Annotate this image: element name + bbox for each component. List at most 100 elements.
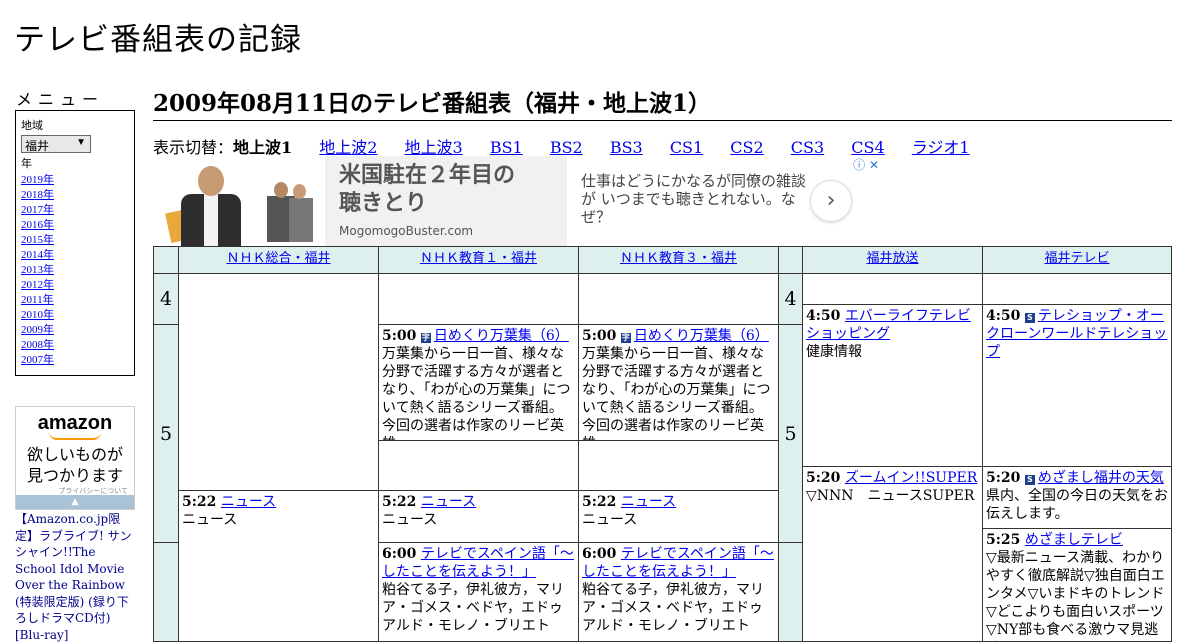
channel-link-nhk-e1[interactable]: ＮＨＫ教育１・福井 [420,251,537,266]
program-cell: 5:22 ニュース ニュース [378,490,579,543]
year-link-2011[interactable]: 2011年 [21,294,54,306]
view-link-radio1[interactable]: ラジオ1 [912,138,970,157]
year-link-2018[interactable]: 2018年 [21,189,54,201]
amazon-product-link[interactable]: 【Amazon.co.jp限定】ラブライブ! サンシャイン!!The Schoo… [15,512,132,642]
ad-photo-person2-head [274,182,288,198]
info-close-icon[interactable]: ⓘ ✕ [853,156,879,173]
program-time: 5:00 [382,328,417,344]
program-title-link[interactable]: めざまし福井の天気 [1038,470,1164,486]
ad-source: MogomogoBuster.com [339,224,474,238]
program-cell: 4:50 エバーライフテレビショッピング 健康情報 [802,304,983,467]
hour-cell [153,542,179,642]
program-time: 6:00 [582,546,617,562]
program-cell: 5:25 めざましテレビ ▽最新ニュース満載、わかりやすく徹底解説▽独自面白エン… [982,528,1172,642]
year-list: 2019年 2018年 2017年 2016年 2015年 2014年 2013… [21,173,129,368]
channel-header-nhk-e1: ＮＨＫ教育１・福井 [378,246,579,274]
channel-link-fbc[interactable]: 福井放送 [866,251,918,266]
dropdown-arrow-icon: ▼ [76,137,86,148]
hour-cell: 5 [778,324,803,543]
year-link-2008[interactable]: 2008年 [21,339,54,351]
s-mark-icon: S [1024,313,1035,323]
year-link-2019[interactable]: 2019年 [21,174,54,186]
channel-link-ftv[interactable]: 福井テレビ [1044,251,1109,266]
view-link-bs3[interactable]: BS3 [610,138,643,157]
ad-headline-line1: 米国駐在２年目の [339,163,516,188]
switch-label: 表示切替： [153,138,234,157]
view-link-bs1[interactable]: BS1 [490,138,523,157]
program-time: 5:25 [986,532,1021,548]
program-desc: 健康情報 [806,344,862,360]
program-empty [378,273,579,325]
channel-link-nhk-e3[interactable]: ＮＨＫ教育３・福井 [620,251,737,266]
view-link-cs3[interactable]: CS3 [791,138,824,157]
header-hour-blank [153,246,179,274]
hour-label: 5 [784,422,797,445]
program-title-link[interactable]: ズームイン!!SUPER [845,470,977,486]
ad-photo-person3-body [289,198,313,242]
view-link-bs2[interactable]: BS2 [550,138,583,157]
year-link-2007[interactable]: 2007年 [21,354,54,366]
program-desc: ニュース [182,512,238,528]
program-desc: ニュース [582,512,638,528]
program-title-link[interactable]: ニュース [221,494,276,510]
program-empty [578,440,779,491]
ad-photo [153,156,325,246]
channel-header-nhk-e3: ＮＨＫ教育３・福井 [578,246,779,274]
year-link-2017[interactable]: 2017年 [21,204,54,216]
region-select[interactable]: 福井 ▼ [21,135,91,153]
hour-label: 4 [784,288,797,310]
program-cell: 4:50 S テレショップ・オークローンワールドテレショップ [982,304,1172,467]
chevron-right-icon[interactable]: › [810,180,852,222]
program-desc: ▽NNN ニュースSUPER [806,488,975,504]
program-cell: 5:20 S めざまし福井の天気 県内、全国の今日の天気をお伝えします。 [982,466,1172,529]
menu-box: 地域 福井 ▼ 年 2019年 2018年 2017年 2016年 2015年 … [15,110,135,376]
channel-header-fbc: 福井放送 [802,246,983,274]
amazon-tagline-1: 欲しいものが [26,445,123,464]
ad-photo-person-head [198,166,224,196]
view-link-cs2[interactable]: CS2 [730,138,763,157]
hour-cell: 4 [778,273,803,325]
program-time: 4:50 [806,308,841,324]
year-link-2010[interactable]: 2010年 [21,309,54,321]
expand-up-icon[interactable]: ▲ [16,495,134,509]
amazon-ad[interactable]: amazon 欲しいものが 見つかります プライバシーについて ▲ [15,406,135,510]
program-empty [802,273,983,305]
caption-mark-icon: 字 [620,333,631,343]
program-title-link[interactable]: 日めくり万葉集（6） [634,328,769,344]
program-title-link[interactable]: ニュース [421,494,476,510]
program-time: 5:00 [582,328,617,344]
program-time: 5:22 [182,494,217,510]
program-empty [178,273,379,491]
year-link-2014[interactable]: 2014年 [21,249,54,261]
ad-photo-person3-head [293,184,306,199]
program-time: 5:20 [806,470,841,486]
page-heading: 2009年08月11日のテレビ番組表（福井・地上波1） [153,84,1172,121]
hour-label: 5 [159,422,173,445]
hour-cell: 5 [153,324,179,543]
view-link-cs4[interactable]: CS4 [851,138,884,157]
year-link-2009[interactable]: 2009年 [21,324,54,336]
year-link-2015[interactable]: 2015年 [21,234,54,246]
display-ad-banner[interactable]: 米国駐在２年目の 聴きとり MogomogoBuster.com 仕事はどうにか… [153,156,881,246]
hour-cell: 4 [153,273,179,325]
program-title-link[interactable]: めざましテレビ [1025,532,1123,548]
view-link-terrestrial2[interactable]: 地上波2 [319,138,377,157]
amazon-product-link-wrap: 【Amazon.co.jp限定】ラブライブ! サンシャイン!!The Schoo… [15,511,135,643]
program-title-link[interactable]: ニュース [621,494,676,510]
ad-headline-line2: 聴きとり [339,191,428,216]
channel-link-nhk-g[interactable]: ＮＨＫ総合・福井 [226,251,330,266]
program-cell: 5:22 ニュース ニュース [178,490,379,642]
program-cell: 5:22 ニュース ニュース [578,490,779,543]
region-label: 地域 [21,120,43,132]
year-link-2016[interactable]: 2016年 [21,219,54,231]
program-cell: 6:00 テレビでスペイン語「～したことを伝えよう！」 粕谷てる子，伊礼彼方，マ… [378,542,579,642]
view-link-cs1[interactable]: CS1 [670,138,703,157]
year-link-2012[interactable]: 2012年 [21,279,54,291]
program-empty [982,273,1172,305]
view-link-terrestrial3[interactable]: 地上波3 [405,138,463,157]
program-title-link[interactable]: 日めくり万葉集（6） [434,328,569,344]
program-empty [378,440,579,491]
ad-photo-person-shirt [204,194,218,246]
region-select-value: 福井 [25,139,50,153]
year-link-2013[interactable]: 2013年 [21,264,54,276]
